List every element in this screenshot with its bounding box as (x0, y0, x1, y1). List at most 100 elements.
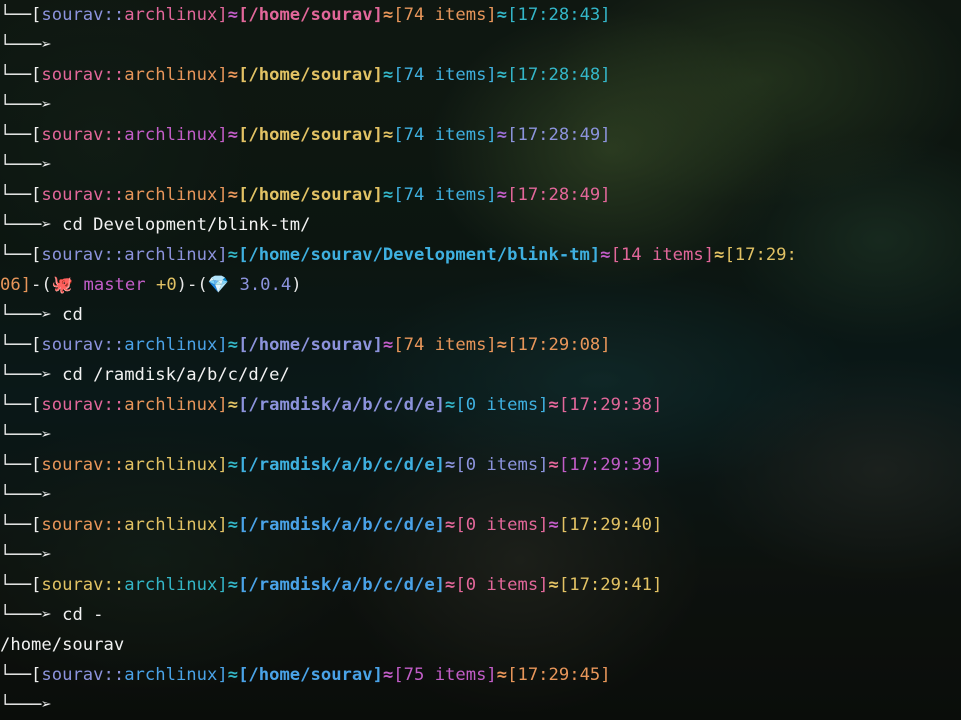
prompt-host: archlinux (124, 185, 218, 205)
input-line[interactable]: └───➢ (0, 690, 961, 720)
wave-separator-icon: ≈ (227, 125, 239, 145)
tree-connector: └──[ (0, 395, 42, 415)
prompt-user: sourav (41, 185, 104, 205)
prompt-items: [74 items] (393, 335, 497, 355)
input-arrow: └───➢ (0, 35, 52, 55)
input-line[interactable]: └───➢ (0, 420, 961, 450)
wave-separator-icon: ≈ (382, 125, 394, 145)
prompt-path: [/home/sourav] (238, 185, 383, 205)
input-arrow: └───➢ (0, 605, 52, 625)
prompt-line: └──[sourav::archlinux]≈[/home/sourav]≈[7… (0, 5, 611, 25)
wave-separator-icon: ≈ (227, 185, 239, 205)
command-output: /home/sourav (0, 630, 961, 660)
prompt-path: [/home/sourav] (238, 125, 383, 145)
wave-separator-icon: ≈ (496, 125, 508, 145)
input-arrow: └───➢ (0, 215, 52, 235)
wave-separator-icon: ≈ (227, 5, 239, 25)
wave-separator-icon: ≈ (382, 185, 394, 205)
git-changes: +0 (155, 275, 177, 295)
prompt-user: sourav (41, 245, 104, 265)
prompt-items: [74 items] (393, 125, 497, 145)
wave-separator-icon: ≈ (227, 65, 239, 85)
prompt-time-wrap: 06] (0, 275, 32, 295)
prompt-host: archlinux (124, 515, 218, 535)
prompt-user: sourav (41, 335, 104, 355)
prompt-time: [17:29:45] (507, 665, 611, 685)
input-line[interactable]: └───➢ cd (0, 300, 961, 330)
prompt-time: [17:29:39] (558, 455, 663, 475)
input-arrow: └───➢ (0, 305, 52, 325)
input-arrow: └───➢ (0, 155, 52, 175)
prompt-host: archlinux (124, 665, 218, 685)
command-text: cd Development/blink-tm/ (62, 215, 311, 235)
tree-connector: └──[ (0, 245, 42, 265)
prompt-path: [/home/sourav] (238, 5, 383, 25)
input-line[interactable]: └───➢ cd - (0, 600, 961, 630)
wave-separator-icon: ≈ (445, 515, 456, 535)
prompt-user: sourav (41, 455, 104, 475)
prompt-line: └──[sourav::archlinux]≈[/home/sourav]≈[7… (0, 335, 611, 355)
wave-separator-icon: ≈ (548, 455, 559, 475)
prompt-user: sourav (41, 65, 104, 85)
input-arrow: └───➢ (0, 545, 52, 565)
wave-separator-icon: ≈ (227, 665, 239, 685)
prompt-line-wrap: 06]-(🐙 master +0)-(💎 3.0.4) (0, 275, 302, 295)
input-arrow: └───➢ (0, 425, 52, 445)
wave-separator-icon: ≈ (496, 185, 508, 205)
wave-separator-icon: ≈ (600, 245, 611, 265)
prompt-time: [17:28:49] (507, 125, 611, 145)
prompt-user-sep: :: (103, 185, 125, 205)
input-arrow: └───➢ (0, 365, 52, 385)
input-arrow: └───➢ (0, 95, 52, 115)
tree-connector: └──[ (0, 575, 42, 595)
prompt-line: └──[sourav::archlinux]≈[/ramdisk/a/b/c/d… (0, 575, 663, 595)
wave-separator-icon: ≈ (227, 575, 239, 595)
prompt-path: [/home/sourav] (238, 65, 383, 85)
input-line[interactable]: └───➢ (0, 90, 961, 120)
prompt-time: [17:29:08] (507, 335, 611, 355)
wave-separator-icon: ≈ (445, 395, 456, 415)
prompt-host: archlinux (124, 5, 218, 25)
prompt-host: archlinux (124, 455, 218, 475)
command-text: cd - (62, 605, 104, 625)
input-line[interactable]: └───➢ (0, 150, 961, 180)
prompt-user-sep: :: (103, 5, 125, 25)
prompt-user-sep: :: (103, 125, 125, 145)
wave-separator-icon: ≈ (548, 395, 559, 415)
prompt-time: [17:28:43] (507, 5, 611, 25)
wave-separator-icon: ≈ (714, 245, 725, 265)
prompt-items: [14 items] (610, 245, 715, 265)
input-line[interactable]: └───➢ (0, 540, 961, 570)
prompt-user-sep: :: (103, 395, 125, 415)
input-line[interactable]: └───➢ (0, 480, 961, 510)
wave-separator-icon: ≈ (445, 575, 456, 595)
wave-separator-icon: ≈ (227, 515, 239, 535)
terminal-window[interactable]: └──[sourav::archlinux]≈[/home/sourav]≈[7… (0, 0, 961, 720)
wave-separator-icon: ≈ (445, 455, 456, 475)
input-line[interactable]: └───➢ cd Development/blink-tm/ (0, 210, 961, 240)
prompt-items: [74 items] (393, 65, 497, 85)
input-line[interactable]: └───➢ (0, 30, 961, 60)
prompt-items: [0 items] (455, 575, 549, 595)
prompt-line: └──[sourav::archlinux]≈[/ramdisk/a/b/c/d… (0, 455, 663, 475)
input-arrow: └───➢ (0, 695, 52, 715)
wave-separator-icon: ≈ (548, 575, 559, 595)
prompt-time: [17:28:48] (507, 65, 611, 85)
command-text: cd /ramdisk/a/b/c/d/e/ (62, 365, 290, 385)
git-branch: master (83, 275, 146, 295)
prompt-path: [/ramdisk/a/b/c/d/e] (238, 515, 446, 535)
prompt-line: └──[sourav::archlinux]≈[/home/sourav]≈[7… (0, 125, 611, 145)
tree-connector: └──[ (0, 515, 42, 535)
prompt-items: [0 items] (455, 455, 549, 475)
prompt-user: sourav (41, 125, 104, 145)
wave-separator-icon: ≈ (227, 335, 239, 355)
prompt-path: [/home/sourav] (238, 335, 383, 355)
prompt-line: └──[sourav::archlinux]≈[/home/sourav]≈[7… (0, 665, 611, 685)
prompt-user-sep: :: (103, 65, 125, 85)
input-line[interactable]: └───➢ cd /ramdisk/a/b/c/d/e/ (0, 360, 961, 390)
prompt-items: [75 items] (393, 665, 497, 685)
prompt-host: archlinux (124, 125, 218, 145)
wave-separator-icon: ≈ (496, 335, 508, 355)
wave-separator-icon: ≈ (382, 665, 394, 685)
prompt-path: [/ramdisk/a/b/c/d/e] (238, 575, 446, 595)
